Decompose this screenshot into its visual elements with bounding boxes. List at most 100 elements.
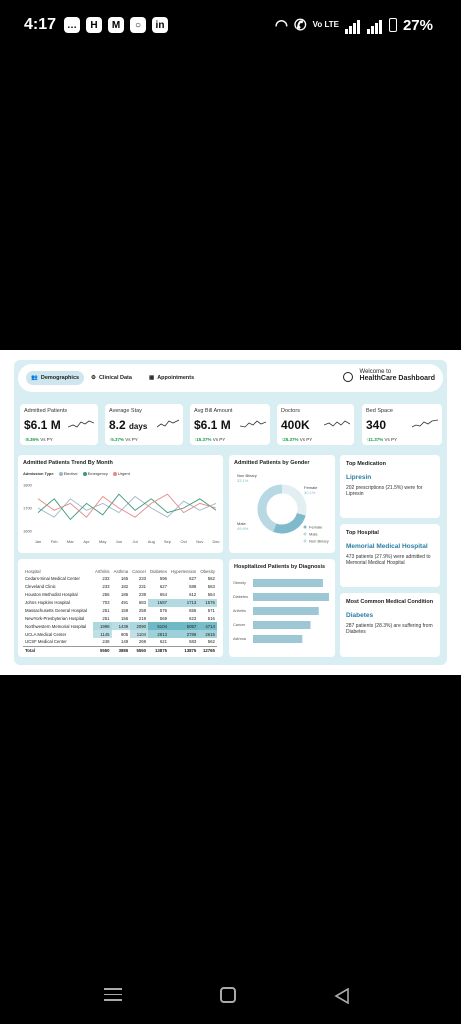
value-cell: 612 [189,592,197,598]
value-cell: 623 [189,615,197,621]
legend-dot [303,525,307,529]
chat-icon: … [64,17,80,33]
gmail-icon: M [108,17,124,33]
signal-icon-2 [366,17,383,34]
value-cell: 165 [120,576,129,582]
value-cell: 231 [138,584,147,590]
kpi-card-average-stay: Average Stay 8.2 days ↑5.37% Vs PY [105,404,183,445]
bar-cancer [253,621,311,629]
table-row: Houston Methodist Hospital 256 186 239 654 61… [23,591,217,599]
value-cell: 654 [159,592,167,598]
table-row: Northwestern Memorial Hospital 1998 1439 20… [23,622,217,631]
bar-label: Diabetes [233,595,248,599]
tab-clinical-data[interactable]: ⚙ Clinical Data [86,371,137,385]
status-bar: 4:17 … H M ○ in ◠ ✆ Vo LTE 27% [0,0,461,52]
x-tick-label: Aug [148,539,155,544]
value-cell: 805 [120,631,129,637]
trend-line-chart: 1800 1700 1600Jan Feb Mar Apr May Jun Jul Aug Sep O… [23,483,220,545]
value-cell: 621 [159,639,167,645]
donut-pct-label: 49.9% [237,526,249,531]
top-hospital-card: Top Hospital Memorial Medical Hospital 4… [340,524,440,587]
bar-arthritis [253,607,319,615]
value-cell: 1145 [93,630,112,639]
diagnosis-bar-chart: Obesity Diabetes Arthritis Cancer Asthma [233,579,329,643]
value-cell: 656 [189,608,197,613]
value-cell: 233 [102,584,110,590]
value-cell: 258 [138,608,147,613]
hospital-name-cell: Johns Hopkins Hospital [25,600,70,606]
table-row: Cleveland Clinic 233 182 231 627 588 563 [23,583,217,591]
linkedin-icon: in [152,17,168,33]
value-cell: 1104 [130,630,149,639]
value-cell: 149 [120,639,129,645]
value-cell: 703 [102,600,110,606]
dashboard: 👥 Demographics ⚙ Clinical Data ▦ Appointmen… [14,360,447,665]
value-cell: 571 [207,608,215,613]
status-right: ◠ ✆ Vo LTE 27% [274,16,433,35]
value-cell: 576 [159,608,167,613]
kpi-card-admitted-patients: Admitted Patients $6.1 M ↑8.36% Vs PY [20,404,98,445]
wifi-icon: ◠ [274,17,289,34]
total-cell: 3885 [111,645,131,654]
donut-slice-non-binary [281,484,307,516]
table-header: Hospital [25,568,41,574]
series-line-emergency [37,493,217,521]
tab-demographics[interactable]: 👥 Demographics [26,371,85,385]
table-header: Cancer [132,568,147,574]
donut-pct-label: 30.1% [304,490,316,495]
hospital-condition-table: Hospital Arthritis Asthma Cancer Diabetes Hyp… [23,567,217,654]
gender-chart-panel: Admitted Patients by Gender Non Binary 33… [229,455,335,553]
table-row: Johns Hopkins Hospital 703 491 683 1687 1713 1… [23,598,217,607]
top-medication-card: Top Medication Lipresin 202 prescription… [340,455,440,518]
back-button[interactable] [334,988,350,1004]
value-cell: 2786 [168,630,199,639]
value-cell: 2090 [130,622,149,631]
legend-label: Female [309,525,323,530]
home-button[interactable] [220,987,236,1003]
value-cell: 239 [138,592,147,598]
hospital-name-cell: Houston Methodist Hospital [25,592,78,598]
total-cell: 13875 [148,645,169,654]
kpi-card-bed-space: Bed Space 340 ↑11.37% Vs PY [362,404,442,445]
camera-icon: ○ [130,17,146,33]
legend-dot [303,539,307,543]
bar-label: Cancer [233,623,246,627]
total-cell: 13875 [168,645,199,654]
value-cell: 233 [138,576,147,582]
table-row: Cedars-Sinai Medical Center 232 165 233 596 6… [23,575,217,583]
value-cell: 627 [159,584,167,590]
kpi-card-avg-bill-amount: Avg Bill Amount $6.1 M ↑15.37% Vs PY [190,404,270,445]
trend-chart-panel: Admitted Patients Trend By Month Admissi… [18,455,223,553]
recent-apps-button[interactable] [104,988,122,1002]
sparkline-icon [157,419,179,428]
value-cell: 583 [189,639,197,645]
value-cell: 516 [207,615,215,621]
legend-dot [303,532,307,536]
x-tick-label: Jul [133,539,138,544]
value-cell: 683 [138,600,147,606]
table-header: Asthma [113,568,129,574]
value-cell: 248 [102,639,110,645]
hospital-name-cell: NewYork-Presbyterian Hospital [25,615,85,621]
x-tick-label: Oct [181,539,188,544]
x-tick-label: Feb [51,539,59,544]
kpi-card-doctors: Doctors 400K ↑25.37% Vs PY [277,404,354,445]
status-time: 4:17 [24,16,57,33]
table-header: Arthritis [95,568,110,574]
value-cell: 1687 [148,598,169,607]
dashboard-image: 👥 Demographics ⚙ Clinical Data ▦ Appointmen… [0,350,461,675]
value-cell: 159 [120,608,129,613]
system-nav-bar [0,970,461,1024]
bar-label: Arthritis [233,609,246,613]
value-cell: 156 [120,615,129,621]
sparkline-icon [240,420,266,428]
dashboard-title: HealthCare Dashboard [359,375,435,382]
hospital-name-cell: Cleveland Clinic [25,584,56,590]
tab-appointments[interactable]: ▦ Appointments [144,371,199,385]
sparkline-icon [324,420,350,427]
hospital-name-cell: Cedars-Sinai Medical Center [25,576,80,582]
x-tick-label: Nov [196,539,203,544]
hospital-name-cell: UCLA Medical Center [25,631,67,637]
value-cell: 1998 [93,622,112,631]
sparkline-icon [68,420,94,428]
